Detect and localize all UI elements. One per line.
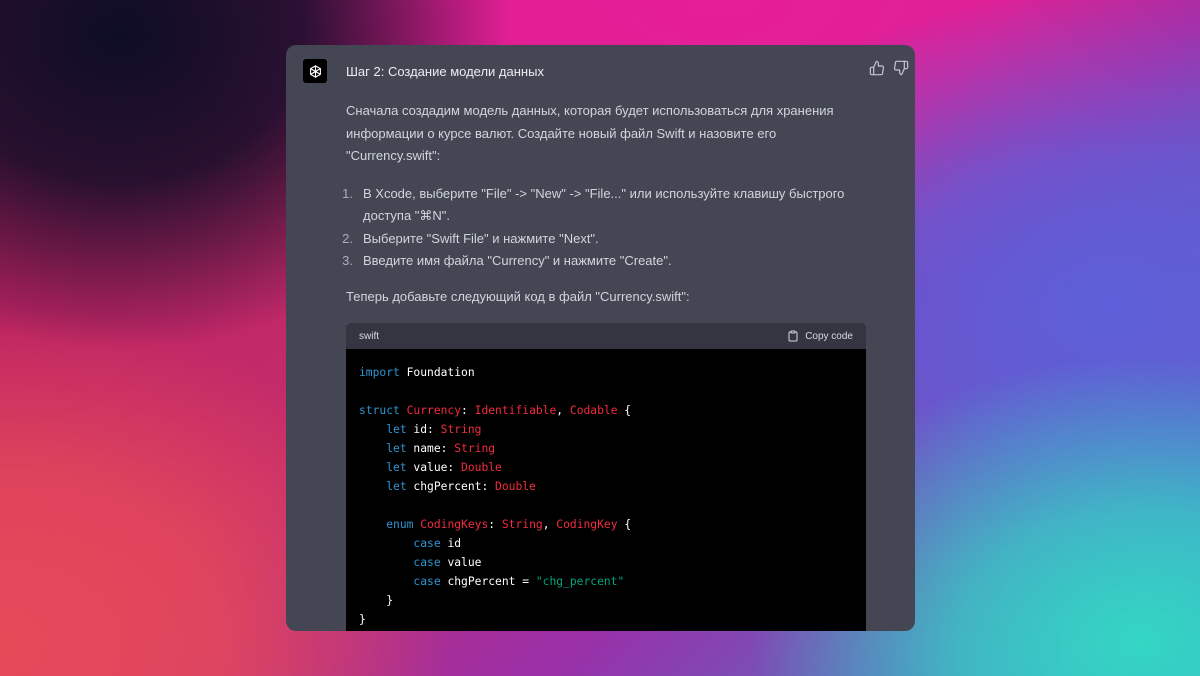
openai-logo-icon — [309, 64, 321, 78]
list-item-text: Выберите "Swift File" и нажмите "Next". — [363, 230, 599, 246]
code-keyword: import — [359, 366, 400, 379]
code-string: "chg_percent" — [535, 575, 625, 588]
intro-paragraph: Сначала создадим модель данных, которая … — [346, 103, 834, 163]
code-text: Foundation — [399, 366, 475, 379]
code-keyword: case — [413, 556, 441, 569]
code-keyword: enum — [386, 518, 414, 531]
code-text: } — [359, 594, 394, 607]
list-item: 3. Введите имя файла "Currency" и нажмит… — [342, 250, 866, 273]
code-keyword: let — [386, 423, 407, 436]
code-keyword: case — [413, 537, 441, 550]
assistant-avatar — [303, 59, 327, 83]
clipboard-icon — [788, 330, 798, 342]
code-text: chgPercent: — [406, 480, 496, 493]
code-line: } — [359, 610, 853, 629]
code-text: id — [440, 537, 462, 550]
copy-code-button[interactable]: Copy code — [787, 330, 853, 342]
code-language-label: swift — [359, 330, 379, 342]
code-text: : — [488, 518, 502, 531]
code-keyword: struct — [359, 404, 400, 417]
code-type: Identifiable — [474, 404, 557, 417]
code-keyword: let — [386, 480, 407, 493]
list-item-text: Введите имя файла "Currency" и нажмите "… — [363, 253, 672, 268]
code-line: case id — [359, 534, 853, 553]
code-line: let id: String — [359, 420, 853, 439]
message-content: Шаг 2: Создание модели данных Сначала со… — [342, 63, 866, 307]
code-type: Double — [495, 480, 536, 493]
code-text: : — [461, 404, 475, 417]
feedback-buttons — [869, 60, 909, 76]
steps-list: 1. В Xcode, выберите "File" -> "New" -> … — [342, 183, 866, 273]
code-type: String — [440, 423, 482, 436]
code-line: enum CodingKeys: String, CodingKey { — [359, 515, 853, 534]
list-item: 1. В Xcode, выберите "File" -> "New" -> … — [342, 183, 866, 228]
thumbs-up-icon[interactable] — [869, 60, 885, 76]
code-type: String — [454, 442, 496, 455]
code-line: import Foundation — [359, 363, 853, 382]
code-text: } — [359, 613, 366, 626]
list-item: 2. Выберите "Swift File" и нажмите "Next… — [342, 228, 866, 251]
list-item-text: В Xcode, выберите "File" -> "New" -> "Fi… — [363, 185, 845, 224]
code-content: import Foundation struct Currency: Ident… — [346, 349, 866, 631]
code-line: case value — [359, 553, 853, 572]
code-text: name: — [406, 442, 455, 455]
code-block-header: swift Copy code — [346, 323, 866, 349]
code-intro-paragraph: Теперь добавьте следующий код в файл "Cu… — [346, 288, 690, 304]
list-item-number: 2. — [342, 230, 353, 246]
code-type: String — [501, 518, 543, 531]
chat-message-card: Шаг 2: Создание модели данных Сначала со… — [286, 45, 915, 631]
list-item-number: 1. — [342, 185, 353, 201]
code-line: case chgPercent = "chg_percent" — [359, 572, 853, 591]
code-line: let name: String — [359, 439, 853, 458]
code-line: struct Currency: Identifiable, Codable { — [359, 401, 853, 420]
code-keyword: let — [386, 442, 407, 455]
code-type: Double — [461, 461, 502, 474]
copy-code-label: Copy code — [805, 330, 853, 342]
code-text: { — [617, 518, 632, 531]
code-block: swift Copy code import Foundation struct… — [346, 323, 866, 631]
code-text: chgPercent = — [440, 575, 536, 588]
code-text: value: — [406, 461, 462, 474]
code-type: CodingKeys — [420, 518, 489, 531]
code-text: value — [440, 556, 482, 569]
code-keyword: let — [386, 461, 407, 474]
step-title: Шаг 2: Создание модели данных — [346, 64, 544, 79]
code-line: let chgPercent: Double — [359, 477, 853, 496]
code-text: { — [617, 404, 632, 417]
list-item-number: 3. — [342, 253, 353, 268]
code-keyword: case — [413, 575, 441, 588]
code-text: , — [542, 518, 557, 531]
code-line: } — [359, 591, 853, 610]
thumbs-down-icon[interactable] — [893, 60, 909, 76]
code-type: CodingKey — [556, 518, 618, 531]
code-line: let value: Double — [359, 458, 853, 477]
code-type: Codable — [569, 404, 618, 417]
code-text: id: — [406, 423, 441, 436]
code-type: Currency — [406, 404, 462, 417]
code-text: , — [556, 404, 570, 417]
